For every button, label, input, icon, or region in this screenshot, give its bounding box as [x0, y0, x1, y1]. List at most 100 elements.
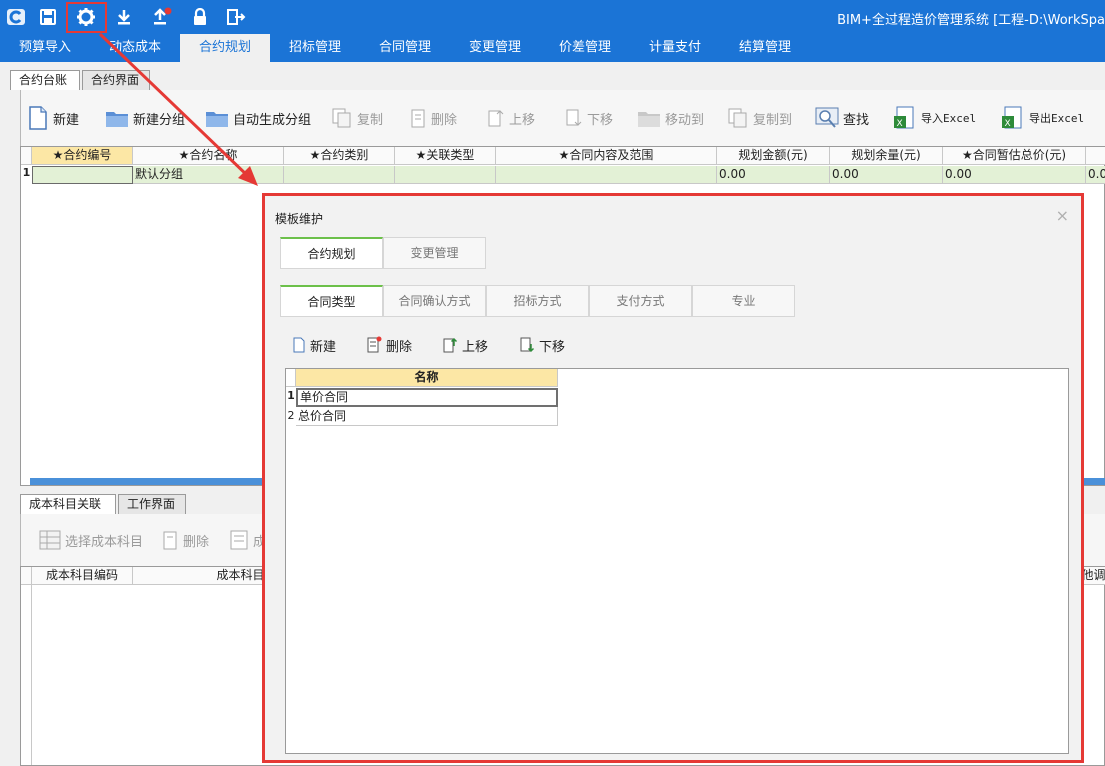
lower-delete-label: 删除 — [183, 534, 210, 550]
search-icon — [815, 107, 839, 128]
import-excel-button[interactable]: X 导入Excel — [893, 104, 976, 132]
contract-toolbar: 新建 新建分组 自动生成分组 复制 删除 上移 下移 移动到 复制到 查找 X … — [20, 90, 1105, 146]
row-unit-price-contract[interactable]: 单价合同 — [296, 388, 558, 407]
new-doc-icon — [293, 337, 305, 353]
dialog-move-down-button[interactable]: 下移 — [519, 335, 565, 355]
dialog-tab-change-management[interactable]: 变更管理 — [383, 237, 486, 269]
app-logo-icon[interactable] — [4, 5, 28, 29]
col-header-contract-name[interactable]: ★合约名称 — [133, 147, 284, 165]
dialog-tab-contract-planning[interactable]: 合约规划 — [280, 237, 383, 269]
tab-contract-interface[interactable]: 合约界面 — [82, 70, 150, 90]
cell-planned-remaining[interactable]: 0.00 — [830, 166, 943, 184]
col-header-contract-category[interactable]: ★合约类别 — [284, 147, 395, 165]
gear-highlight-box — [66, 2, 107, 33]
move-down-button[interactable]: 下移 — [565, 104, 613, 132]
tab-change-management[interactable]: 变更管理 — [450, 34, 540, 62]
dialog-delete-button[interactable]: 删除 — [366, 335, 412, 355]
dialog-title: 模板维护 — [275, 212, 324, 226]
cell-contract-code[interactable] — [32, 166, 133, 184]
cell-relation-type[interactable] — [395, 166, 496, 184]
select-cost-label: 选择成本科目 — [65, 534, 144, 550]
col-header-planned-amount[interactable]: 规划金额(元) — [717, 147, 830, 165]
tab-measurement-payment[interactable]: 计量支付 — [630, 34, 720, 62]
new-group-button[interactable]: 新建分组 — [105, 104, 185, 132]
upload-icon[interactable] — [150, 5, 174, 29]
column-divider — [31, 585, 32, 765]
cell-contract-category[interactable] — [284, 166, 395, 184]
copy-button[interactable]: 复制 — [331, 104, 383, 132]
excel-import-icon: X — [894, 106, 914, 129]
col-header-estimated-total[interactable]: ★合同暂估总价(元) — [943, 147, 1086, 165]
col-header-adjust[interactable]: 他调 — [1081, 567, 1105, 585]
svg-text:X: X — [897, 119, 903, 129]
cell-contract-name[interactable]: 默认分组 — [133, 166, 284, 184]
tab-work-interface[interactable]: 工作界面 — [118, 494, 186, 514]
new-button[interactable]: 新建 — [27, 104, 79, 132]
auto-group-button[interactable]: 自动生成分组 — [205, 104, 311, 132]
dialog-subtab-specialty[interactable]: 专业 — [692, 285, 795, 317]
title-bar: BIM+全过程造价管理系统 [工程-D:\WorkSpa — [0, 0, 1105, 34]
tab-contract-planning[interactable]: 合约规划 — [180, 34, 270, 62]
new-group-label: 新建分组 — [133, 112, 186, 128]
cell-more[interactable]: 0.0 — [1086, 166, 1105, 184]
delete-icon — [411, 109, 425, 128]
dialog-delete-label: 删除 — [386, 339, 413, 355]
row-number: 1 — [287, 389, 295, 402]
contract-type-grid: 名称 1 单价合同 2 总价合同 — [285, 368, 1069, 754]
folder-icon — [106, 112, 128, 127]
tab-settlement[interactable]: 结算管理 — [720, 34, 810, 62]
export-excel-label: 导出Excel — [1029, 112, 1085, 125]
col-header-relation-type[interactable]: ★关联类型 — [395, 147, 496, 165]
template-maintenance-dialog: 模板维护 × 合约规划 变更管理 合同类型 合同确认方式 招标方式 支付方式 专… — [265, 196, 1081, 760]
checklist-icon — [230, 530, 248, 550]
row-lump-sum-contract[interactable]: 总价合同 — [296, 407, 558, 426]
col-header-cost-code[interactable]: 成本科目编码 — [32, 567, 133, 585]
delete-button[interactable]: 删除 — [409, 104, 457, 132]
move-up-icon — [488, 110, 504, 127]
import-excel-label: 导入Excel — [921, 112, 977, 125]
cell-contract-scope[interactable] — [496, 166, 717, 184]
delete-icon — [163, 531, 177, 550]
save-icon[interactable] — [36, 5, 60, 29]
select-cost-subject-button[interactable]: 选择成本科目 — [39, 526, 143, 554]
new-button-label: 新建 — [53, 112, 80, 128]
copy-to-button[interactable]: 复制到 — [727, 104, 792, 132]
tab-cost-subject[interactable]: 成本科目关联 — [20, 494, 116, 514]
move-up-button[interactable]: 上移 — [487, 104, 535, 132]
dialog-move-up-button[interactable]: 上移 — [442, 335, 488, 355]
tab-price-difference[interactable]: 价差管理 — [540, 34, 630, 62]
col-header-name[interactable]: 名称 — [296, 369, 558, 387]
find-label: 查找 — [843, 112, 870, 128]
col-header-planned-remaining[interactable]: 规划余量(元) — [830, 147, 943, 165]
col-header-contract-scope[interactable]: ★合同内容及范围 — [496, 147, 717, 165]
move-up-icon — [443, 337, 458, 353]
export-excel-button[interactable]: X 导出Excel — [1001, 104, 1084, 132]
lock-icon[interactable] — [188, 5, 212, 29]
cell-planned-amount[interactable]: 0.00 — [717, 166, 830, 184]
delete-label: 删除 — [431, 112, 458, 128]
tab-budget-import[interactable]: 预算导入 — [0, 34, 90, 62]
dialog-subtab-payment-method[interactable]: 支付方式 — [589, 285, 692, 317]
move-to-button[interactable]: 移动到 — [637, 104, 704, 132]
col-header-more — [1086, 147, 1105, 165]
download-icon[interactable] — [112, 5, 136, 29]
lower-partial-button[interactable]: 成 — [229, 526, 266, 554]
lower-delete-button[interactable]: 删除 — [161, 526, 209, 554]
find-button[interactable]: 查找 — [815, 104, 869, 132]
tab-bidding[interactable]: 招标管理 — [270, 34, 360, 62]
dialog-new-button[interactable]: 新建 — [292, 335, 336, 355]
dialog-subtab-bidding-method[interactable]: 招标方式 — [486, 285, 589, 317]
table-icon — [39, 530, 61, 550]
row-number-header — [21, 147, 32, 165]
tab-contract-management[interactable]: 合同管理 — [360, 34, 450, 62]
dialog-subtab-confirm-method[interactable]: 合同确认方式 — [383, 285, 486, 317]
exit-icon[interactable] — [224, 5, 248, 29]
close-icon[interactable]: × — [1056, 206, 1069, 225]
move-up-label: 上移 — [509, 112, 536, 128]
tab-contract-ledger[interactable]: 合约台账 — [10, 70, 80, 90]
cell-estimated-total[interactable]: 0.00 — [943, 166, 1086, 184]
col-header-contract-code[interactable]: ★合约编号 — [32, 147, 133, 165]
dialog-subtab-contract-type[interactable]: 合同类型 — [280, 285, 383, 317]
tab-dynamic-cost[interactable]: 动态成本 — [90, 34, 180, 62]
row-number: 1 — [22, 166, 31, 179]
